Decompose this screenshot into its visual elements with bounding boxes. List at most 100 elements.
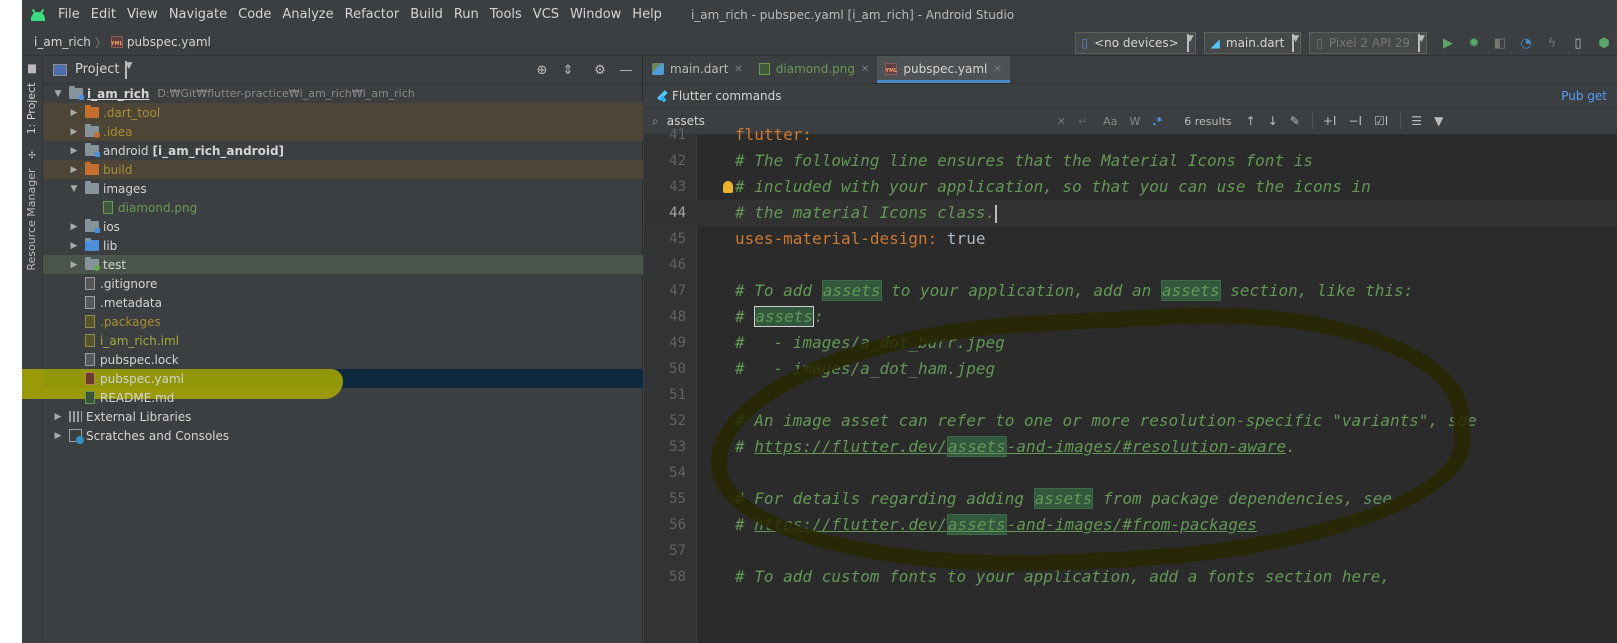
code-line[interactable]: 41 flutter: bbox=[644, 122, 1617, 148]
tab-main-dart[interactable]: main.dart ✕ bbox=[644, 56, 751, 83]
coverage-icon[interactable]: ◧ bbox=[1492, 35, 1508, 51]
code-line[interactable]: 46 bbox=[644, 252, 1617, 278]
chevron-right-icon[interactable]: ▶ bbox=[69, 108, 79, 118]
menu-file[interactable]: File bbox=[58, 7, 80, 22]
menu-analyze[interactable]: Analyze bbox=[282, 7, 333, 22]
line-number: 50 bbox=[669, 361, 686, 377]
code-line[interactable]: 42 # The following line ensures that the… bbox=[644, 148, 1617, 174]
debug-icon[interactable]: ✹ bbox=[1466, 35, 1482, 51]
tree-row-ios[interactable]: ▶ ios bbox=[43, 217, 643, 236]
menu-view[interactable]: View bbox=[127, 7, 158, 22]
tree-row-packages[interactable]: .packages bbox=[43, 312, 643, 331]
tree-row-images[interactable]: ▼ images bbox=[43, 179, 643, 198]
menu-build[interactable]: Build bbox=[410, 7, 443, 22]
chevron-down-icon: ▼ bbox=[1292, 34, 1299, 52]
run-icon[interactable]: ▶ bbox=[1440, 35, 1456, 51]
tree-row-test[interactable]: ▶ test bbox=[43, 255, 643, 274]
android-studio-window: File Edit View Navigate Code Analyze Ref… bbox=[22, 0, 1617, 643]
scratches-icon bbox=[69, 429, 84, 444]
tree-row-diamond-png[interactable]: diamond.png bbox=[43, 198, 643, 217]
tree-row-readme[interactable]: README.md bbox=[43, 388, 643, 407]
menu-navigate[interactable]: Navigate bbox=[169, 7, 227, 22]
chevron-right-icon[interactable]: ▶ bbox=[69, 165, 79, 175]
menu-help[interactable]: Help bbox=[632, 7, 662, 22]
main-toolbar: ▯ <no devices> ▼ ◢ main.dart ▼ ▯ Pixel 2… bbox=[1074, 32, 1617, 54]
resource-icon: ✣ bbox=[27, 149, 37, 159]
tree-label: Scratches and Consoles bbox=[86, 428, 230, 443]
chevron-right-icon[interactable]: ▶ bbox=[53, 431, 63, 441]
chevron-right-icon[interactable]: ▶ bbox=[69, 146, 79, 156]
run-config-selector[interactable]: ◢ main.dart ▼ bbox=[1203, 32, 1302, 54]
tree-row-gitignore[interactable]: .gitignore bbox=[43, 274, 643, 293]
breadcrumb-project[interactable]: i_am_rich bbox=[34, 35, 91, 49]
tree-row-pubspec-yaml[interactable]: pubspec.yaml bbox=[22, 369, 643, 399]
close-icon[interactable]: ✕ bbox=[993, 64, 1001, 75]
gitignore-file-icon bbox=[85, 277, 95, 290]
tree-label: diamond.png bbox=[118, 200, 198, 215]
gear-icon[interactable]: ⚙ bbox=[592, 62, 608, 78]
chevron-right-icon[interactable]: ▶ bbox=[69, 241, 79, 251]
close-icon[interactable]: ✕ bbox=[734, 64, 742, 75]
tree-label: .metadata bbox=[100, 295, 162, 310]
minimize-icon[interactable]: — bbox=[618, 62, 634, 78]
profile-icon[interactable]: ◔ bbox=[1518, 35, 1534, 51]
menu-window[interactable]: Window bbox=[570, 7, 621, 22]
chevron-right-icon[interactable]: ▶ bbox=[53, 412, 63, 422]
tree-row-dart-tool[interactable]: ▶ .dart_tool bbox=[43, 103, 643, 122]
tree-row-lib[interactable]: ▶ lib bbox=[43, 236, 643, 255]
menu-run[interactable]: Run bbox=[454, 7, 479, 22]
excluded-folder-icon bbox=[85, 162, 99, 175]
menu-edit[interactable]: Edit bbox=[91, 7, 116, 22]
tree-row-build[interactable]: ▶ build bbox=[43, 160, 643, 179]
sync-icon[interactable]: ⬢ bbox=[1596, 35, 1612, 51]
breadcrumb-file[interactable]: pubspec.yaml bbox=[127, 35, 211, 49]
chevron-down-icon[interactable]: ▼ bbox=[53, 89, 63, 99]
pub-get-link[interactable]: Pub get bbox=[1561, 89, 1607, 103]
tab-pubspec-yaml[interactable]: pubspec.yaml ✕ bbox=[877, 56, 1011, 83]
code-text: # The following line ensures that the Ma… bbox=[735, 151, 1313, 170]
code-line[interactable]: 43 # included with your application, so … bbox=[644, 174, 1617, 200]
tab-diamond-png[interactable]: diamond.png ✕ bbox=[751, 56, 878, 83]
project-view-selector[interactable]: Project bbox=[75, 62, 119, 77]
dart-file-icon bbox=[652, 63, 664, 75]
tree-row-idea[interactable]: ▶ .idea bbox=[43, 122, 643, 141]
tree-label: ios bbox=[103, 219, 120, 234]
chevron-right-icon[interactable]: ▶ bbox=[69, 222, 79, 232]
menu-tools[interactable]: Tools bbox=[490, 7, 522, 22]
tree-row-metadata[interactable]: .metadata bbox=[43, 293, 643, 312]
tree-row-pubspec-lock[interactable]: pubspec.lock bbox=[43, 350, 643, 369]
tree-module-name: [i_am_rich_android] bbox=[152, 143, 285, 158]
close-icon[interactable]: ✕ bbox=[861, 64, 869, 75]
emulator-label: Pixel 2 API 29 bbox=[1328, 36, 1410, 50]
tree-row-external-libraries[interactable]: ▶ External Libraries bbox=[43, 407, 643, 426]
menu-refactor[interactable]: Refactor bbox=[345, 7, 400, 22]
breadcrumb-separator-icon: 〉 bbox=[94, 35, 107, 50]
tab-label: pubspec.yaml bbox=[903, 62, 988, 76]
menu-vcs[interactable]: VCS bbox=[533, 7, 559, 22]
tree-row-iml[interactable]: i_am_rich.iml bbox=[43, 331, 643, 350]
chevron-down-icon[interactable]: ▼ bbox=[69, 184, 79, 194]
project-panel-header: Project ▼ ⊕ ⇕ ⚙ — bbox=[43, 56, 642, 84]
tree-row-scratches[interactable]: ▶ Scratches and Consoles bbox=[43, 426, 643, 445]
chevron-right-icon[interactable]: ▶ bbox=[69, 260, 79, 270]
code-line-current[interactable]: 44 # the material Icons class. bbox=[644, 200, 1617, 226]
tree-row-root[interactable]: ▼ i_am_rich D:₩Git₩flutter-practice₩i_am… bbox=[43, 84, 643, 103]
resource-manager-tab[interactable]: Resource Manager ✣ bbox=[25, 149, 38, 271]
chevron-right-icon[interactable]: ▶ bbox=[69, 127, 79, 137]
text-file-icon bbox=[85, 353, 95, 366]
emulator-selector[interactable]: ▯ Pixel 2 API 29 ▼ bbox=[1309, 32, 1427, 54]
code-line[interactable]: 45 uses-material-design: true bbox=[644, 226, 1617, 252]
chevron-down-icon[interactable]: ▼ bbox=[125, 60, 132, 79]
collapse-all-icon[interactable]: ⇕ bbox=[560, 62, 576, 78]
code-editor[interactable]: 41 flutter: 42 # The following line ensu… bbox=[644, 125, 1617, 643]
lightbulb-icon[interactable] bbox=[723, 181, 733, 193]
device-manager-icon[interactable]: ▯ bbox=[1570, 35, 1586, 51]
device-selector[interactable]: ▯ <no devices> ▼ bbox=[1074, 32, 1196, 54]
menu-code[interactable]: Code bbox=[238, 7, 271, 22]
project-tool-tab[interactable]: 1: Project bbox=[25, 64, 38, 134]
locate-icon[interactable]: ⊕ bbox=[534, 62, 550, 78]
code-line[interactable]: 47 # To add assets to your application, … bbox=[644, 278, 1617, 304]
code-line[interactable]: 58 # To add custom fonts to your applica… bbox=[644, 564, 1617, 590]
tree-row-android[interactable]: ▶ android [i_am_rich_android] bbox=[43, 141, 643, 160]
apply-changes-icon[interactable]: ϟ bbox=[1544, 35, 1560, 51]
